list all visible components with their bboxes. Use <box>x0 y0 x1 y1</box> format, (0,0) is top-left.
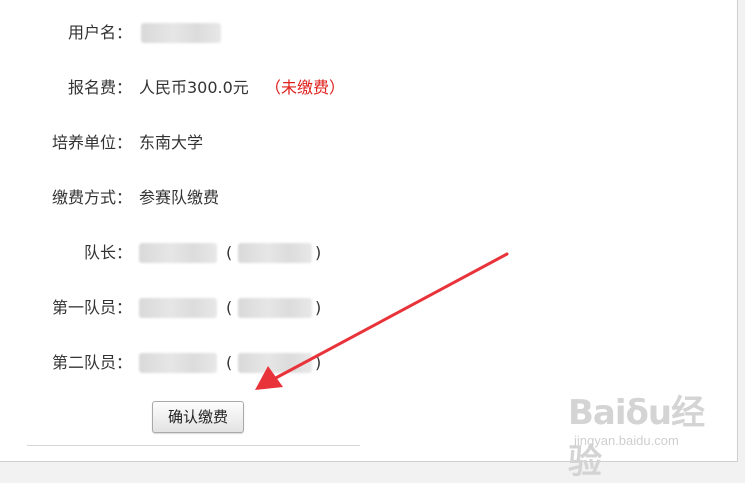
first-member-paren-close: ) <box>315 298 322 317</box>
first-member-name-redacted <box>139 298 217 318</box>
row-fee: 报名费： 人民币300.0元 （未缴费） <box>0 76 400 100</box>
username-label: 用户名： <box>67 23 132 42</box>
payment-method-value: 参赛队缴费 <box>139 188 220 207</box>
row-first-member: 第一队员： ( ) <box>0 296 400 320</box>
fee-label: 报名费： <box>67 78 132 97</box>
row-second-member: 第二队员： ( ) <box>0 351 400 375</box>
second-member-paren-open: ( <box>226 353 233 372</box>
row-institution: 培养单位： 东南大学 <box>0 131 400 155</box>
second-member-paren-close: ) <box>315 353 322 372</box>
captain-id-redacted <box>238 243 312 263</box>
first-member-label: 第一队员： <box>51 298 132 317</box>
captain-paren-close: ) <box>315 243 322 262</box>
row-captain: 队长： ( ) <box>0 241 400 265</box>
second-member-id-redacted <box>238 353 312 373</box>
captain-label: 队长： <box>83 243 132 262</box>
row-username: 用户名： <box>0 21 400 45</box>
username-value-redacted <box>141 23 221 43</box>
institution-label: 培养单位： <box>51 133 132 152</box>
watermark: Baiδu经验 jingyan.baidu.com <box>560 385 720 482</box>
captain-name-redacted <box>139 243 217 263</box>
payment-method-label: 缴费方式： <box>51 188 132 207</box>
row-payment-method: 缴费方式： 参赛队缴费 <box>0 186 400 210</box>
institution-value: 东南大学 <box>139 133 204 152</box>
captain-paren-open: ( <box>226 243 233 262</box>
first-member-paren-open: ( <box>226 298 233 317</box>
confirm-payment-button[interactable]: 确认缴费 <box>152 401 244 433</box>
divider <box>27 445 360 446</box>
second-member-name-redacted <box>139 353 217 373</box>
fee-amount: 人民币300.0元 <box>139 78 249 97</box>
first-member-id-redacted <box>238 298 312 318</box>
fee-status-unpaid: （未缴费） <box>265 78 346 97</box>
second-member-label: 第二队员： <box>51 353 132 372</box>
watermark-url: jingyan.baidu.com <box>574 433 679 448</box>
